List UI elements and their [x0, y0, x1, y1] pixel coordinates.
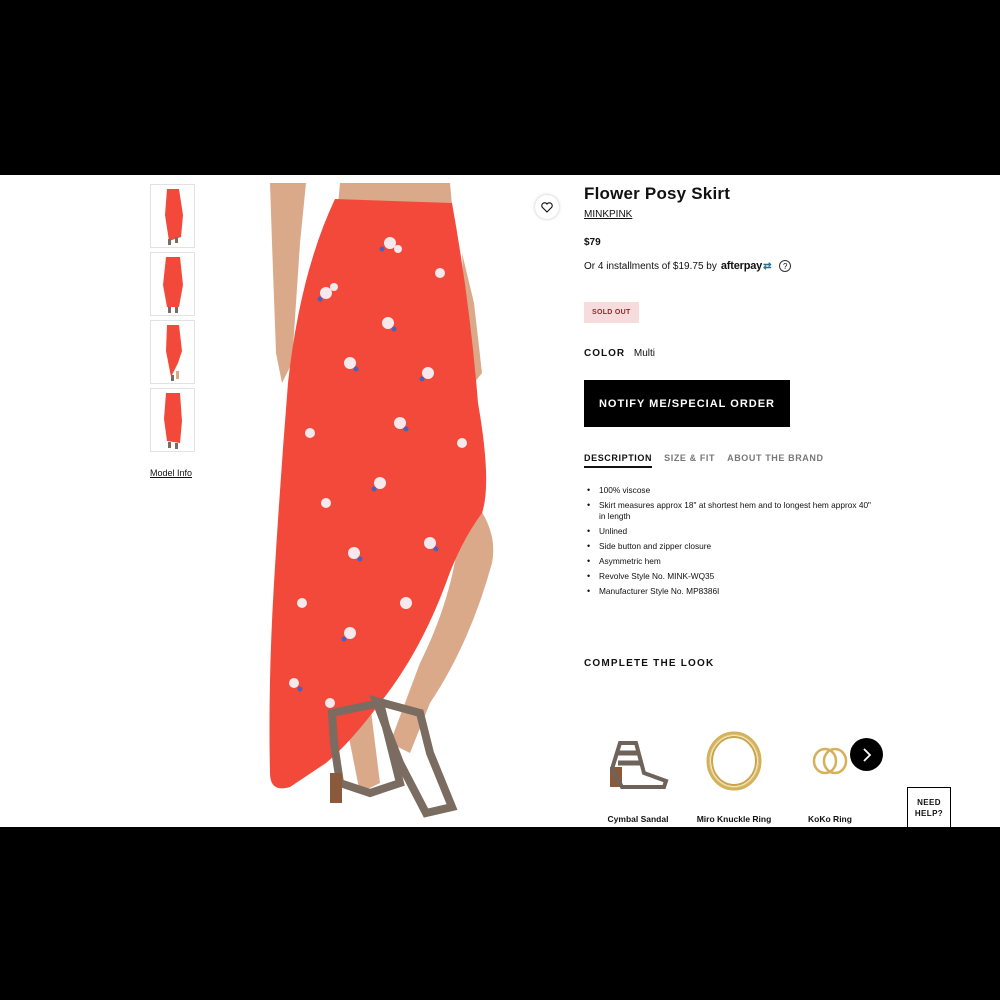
thumbnail-1[interactable]: [150, 184, 195, 248]
color-value: Multi: [633, 348, 656, 359]
list-item: Skirt measures approx 18" at shortest he…: [584, 500, 874, 522]
product-card-cymbal-sandal[interactable]: Cymbal Sandal: [590, 723, 686, 824]
product-price: $79: [584, 237, 601, 248]
product-name: Miro Knuckle Ring: [696, 814, 772, 824]
tab-about-brand[interactable]: ABOUT THE BRAND: [727, 453, 824, 468]
product-name: KoKo Ring: [808, 814, 852, 824]
heart-icon: [541, 201, 553, 213]
need-help-chat-button[interactable]: NEED HELP?: [907, 787, 951, 827]
need-help-line2: HELP?: [914, 809, 944, 818]
list-item: Asymmetric hem: [584, 556, 874, 567]
thumbnail-2[interactable]: [150, 252, 195, 316]
product-page: Model Info Flower Posy Skirt MINKPINK $7…: [0, 175, 1000, 827]
list-item: Unlined: [584, 526, 874, 537]
ring-icon: [686, 723, 782, 798]
thumbnail-3[interactable]: [150, 320, 195, 384]
main-product-image: [230, 183, 560, 827]
color-row: COLOR Multi: [584, 348, 655, 359]
sold-out-badge: SOLD OUT: [584, 302, 639, 323]
installments-row: Or 4 installments of $19.75 by afterpay⇄…: [584, 260, 792, 272]
model-info-link[interactable]: Model Info: [150, 468, 192, 478]
product-card-miro-knuckle-ring[interactable]: Miro Knuckle Ring: [686, 723, 782, 824]
brand-link[interactable]: MINKPINK: [584, 209, 632, 220]
thumbnail-gallery: [150, 184, 195, 456]
tab-description[interactable]: DESCRIPTION: [584, 453, 653, 468]
color-label: COLOR: [584, 348, 626, 359]
thumbnail-4[interactable]: [150, 388, 195, 452]
complete-the-look-heading: COMPLETE THE LOOK: [584, 658, 715, 669]
product-title: Flower Posy Skirt: [584, 184, 731, 203]
tab-size-fit[interactable]: SIZE & FIT: [664, 453, 715, 468]
wishlist-heart-button[interactable]: [535, 195, 559, 219]
sandal-icon: [590, 723, 686, 798]
list-item: Manufacturer Style No. MP8386I: [584, 586, 874, 597]
list-item: Side button and zipper closure: [584, 541, 874, 552]
info-tabs: DESCRIPTION SIZE & FIT ABOUT THE BRAND: [584, 453, 824, 468]
carousel-next-button[interactable]: [850, 738, 883, 771]
product-name: Cymbal Sandal: [607, 814, 669, 824]
description-list: 100% viscose Skirt measures approx 18" a…: [584, 485, 874, 601]
list-item: 100% viscose: [584, 485, 874, 496]
chevron-right-icon: [862, 747, 871, 762]
installments-text: Or 4 installments of $19.75 by: [584, 260, 717, 272]
list-item: Revolve Style No. MINK-WQ35: [584, 571, 874, 582]
notify-me-button[interactable]: NOTIFY ME/SPECIAL ORDER: [584, 380, 790, 427]
afterpay-logo: afterpay⇄: [720, 260, 772, 272]
afterpay-help-icon[interactable]: ?: [779, 260, 792, 272]
need-help-line1: NEED: [917, 798, 941, 807]
